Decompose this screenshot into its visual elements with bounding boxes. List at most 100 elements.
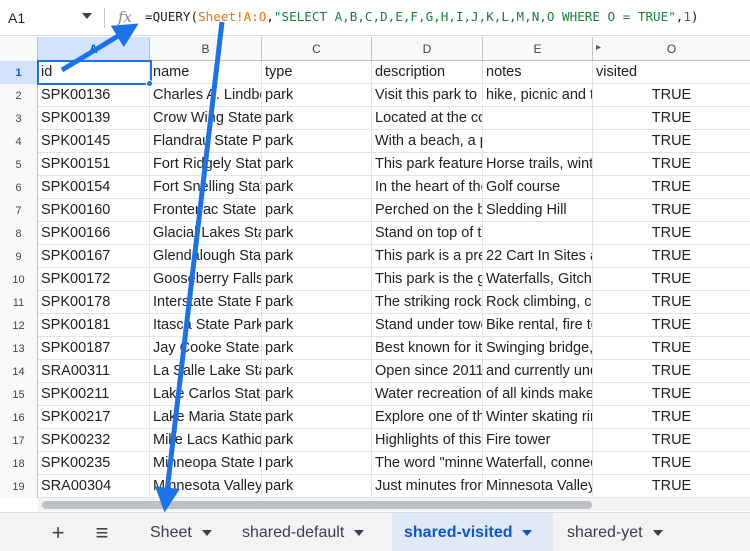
cell-name[interactable]: Glendalough State Park — [150, 245, 262, 268]
row-header[interactable]: 5 — [0, 153, 38, 176]
column-header-e[interactable]: E — [483, 37, 593, 61]
cell-description[interactable]: This park features — [372, 153, 483, 176]
row-header[interactable]: 9 — [0, 245, 38, 268]
cell-description[interactable]: Stand under towering — [372, 314, 483, 337]
column-header-c[interactable]: C — [262, 37, 372, 61]
cell-id[interactable]: SPK00235 — [38, 452, 150, 475]
cell-description[interactable]: Explore one of the — [372, 406, 483, 429]
cell-type[interactable]: park — [262, 222, 372, 245]
cell-visited[interactable]: TRUE — [593, 245, 750, 268]
cell-name[interactable]: La Salle Lake State — [150, 360, 262, 383]
cell-name[interactable]: Minneopa State Park — [150, 452, 262, 475]
cell-type[interactable]: park — [262, 429, 372, 452]
cell-name[interactable]: Interstate State Park — [150, 291, 262, 314]
cell-notes[interactable]: notes — [483, 61, 593, 84]
cell-name[interactable]: Minnesota Valley State — [150, 475, 262, 498]
cell-id[interactable]: SRA00311 — [38, 360, 150, 383]
column-header-d[interactable]: D — [372, 37, 483, 61]
cell-name[interactable]: Mille Lacs Kathio State Park — [150, 429, 262, 452]
cell-description[interactable]: Perched on the bluffs — [372, 199, 483, 222]
row-header[interactable]: 19 — [0, 475, 38, 498]
row-header[interactable]: 8 — [0, 222, 38, 245]
cell-notes[interactable]: Swinging bridge, rock — [483, 337, 593, 360]
cell-type[interactable]: park — [262, 406, 372, 429]
cell-visited[interactable]: TRUE — [593, 153, 750, 176]
cell-notes[interactable]: Bike rental, fire tower — [483, 314, 593, 337]
cell-description[interactable]: Stand on top of the scenic glacial — [372, 222, 483, 245]
cell-id[interactable]: SPK00217 — [38, 406, 150, 429]
tab-shared-yet[interactable]: shared-yet — [555, 513, 675, 551]
cell-type[interactable]: park — [262, 314, 372, 337]
row-header[interactable]: 3 — [0, 107, 38, 130]
cell-id[interactable]: SPK00187 — [38, 337, 150, 360]
cell-id[interactable]: SPK00178 — [38, 291, 150, 314]
cell-id[interactable]: SPK00154 — [38, 176, 150, 199]
cell-notes[interactable]: Waterfall, connected — [483, 452, 593, 475]
cell-visited[interactable]: TRUE — [593, 383, 750, 406]
cell-notes[interactable]: Fire tower — [483, 429, 593, 452]
chevron-down-icon[interactable] — [354, 529, 365, 536]
row-header[interactable]: 14 — [0, 360, 38, 383]
cell-type[interactable]: park — [262, 199, 372, 222]
cell-name[interactable]: Crow Wing State Park — [150, 107, 262, 130]
row-header[interactable]: 1 — [0, 61, 38, 84]
cell-type[interactable]: park — [262, 153, 372, 176]
cell-notes[interactable]: and currently under — [483, 360, 593, 383]
cell-id[interactable]: SPK00145 — [38, 130, 150, 153]
cell-visited[interactable]: TRUE — [593, 291, 750, 314]
cell-visited[interactable]: TRUE — [593, 452, 750, 475]
cell-visited[interactable]: TRUE — [593, 199, 750, 222]
hamburger-menu-icon[interactable]: ≡ — [82, 513, 122, 551]
row-header[interactable]: 18 — [0, 452, 38, 475]
cell-notes[interactable]: Minnesota Valley Trail — [483, 475, 593, 498]
chevron-down-icon[interactable] — [522, 529, 533, 536]
cell-description[interactable]: With a beach, a play structure, volleyba… — [372, 130, 483, 153]
cell-type[interactable]: park — [262, 130, 372, 153]
row-header[interactable]: 17 — [0, 429, 38, 452]
horizontal-scrollbar-thumb[interactable] — [42, 501, 592, 509]
cell-notes[interactable]: Horse trails, winter — [483, 153, 593, 176]
cell-visited[interactable]: TRUE — [593, 130, 750, 153]
cell-notes[interactable]: hike, picnic and tour — [483, 84, 593, 107]
cell-visited[interactable]: TRUE — [593, 337, 750, 360]
row-header[interactable]: 6 — [0, 176, 38, 199]
formula-input[interactable]: =QUERY(Sheet!A:O,"SELECT A,B,C,D,E,F,G,H… — [145, 9, 699, 24]
cell-notes[interactable]: Waterfalls, Gitchi-Gami — [483, 268, 593, 291]
cell-name[interactable]: Fort Ridgely State Park — [150, 153, 262, 176]
cell-description[interactable]: description — [372, 61, 483, 84]
cell-name[interactable]: Itasca State Park — [150, 314, 262, 337]
name-box-dropdown-icon[interactable] — [82, 13, 92, 19]
cell-type[interactable]: park — [262, 383, 372, 406]
chevron-down-icon[interactable] — [652, 529, 663, 536]
cell-type[interactable]: park — [262, 107, 372, 130]
cell-visited[interactable]: TRUE — [593, 84, 750, 107]
tab-sheet[interactable]: Sheet — [138, 513, 224, 551]
row-header[interactable]: 11 — [0, 291, 38, 314]
cell-name[interactable]: Lake Carlos State Park — [150, 383, 262, 406]
cell-id[interactable]: SPK00172 — [38, 268, 150, 291]
cell-id[interactable]: SPK00167 — [38, 245, 150, 268]
row-header[interactable]: 7 — [0, 199, 38, 222]
cell-type[interactable]: park — [262, 452, 372, 475]
cell-description[interactable]: The striking rock — [372, 291, 483, 314]
cell-visited[interactable]: TRUE — [593, 429, 750, 452]
cell-id[interactable]: SPK00166 — [38, 222, 150, 245]
cell-description[interactable]: Open since 2011 — [372, 360, 483, 383]
column-header-b[interactable]: B — [150, 37, 262, 61]
cell-name[interactable]: Fort Snelling State Park — [150, 176, 262, 199]
cell-notes[interactable]: Rock climbing, canoe — [483, 291, 593, 314]
cell-type[interactable]: park — [262, 176, 372, 199]
cell-id[interactable]: SRA00304 — [38, 475, 150, 498]
cell-name[interactable]: Frontenac State Park — [150, 199, 262, 222]
cell-type[interactable]: park — [262, 360, 372, 383]
column-header-o[interactable]: O — [593, 37, 750, 61]
cell-id[interactable]: id — [38, 61, 150, 84]
column-header-a[interactable]: A — [38, 37, 150, 61]
cell-name[interactable]: name — [150, 61, 262, 84]
cell-description[interactable]: Located at the confluence of the Crow Wi… — [372, 107, 483, 130]
cell-notes[interactable] — [483, 130, 593, 153]
cell-description[interactable]: In the heart of the — [372, 176, 483, 199]
cell-visited[interactable]: TRUE — [593, 176, 750, 199]
cell-notes[interactable]: Sledding Hill — [483, 199, 593, 222]
fill-handle[interactable] — [146, 80, 153, 87]
